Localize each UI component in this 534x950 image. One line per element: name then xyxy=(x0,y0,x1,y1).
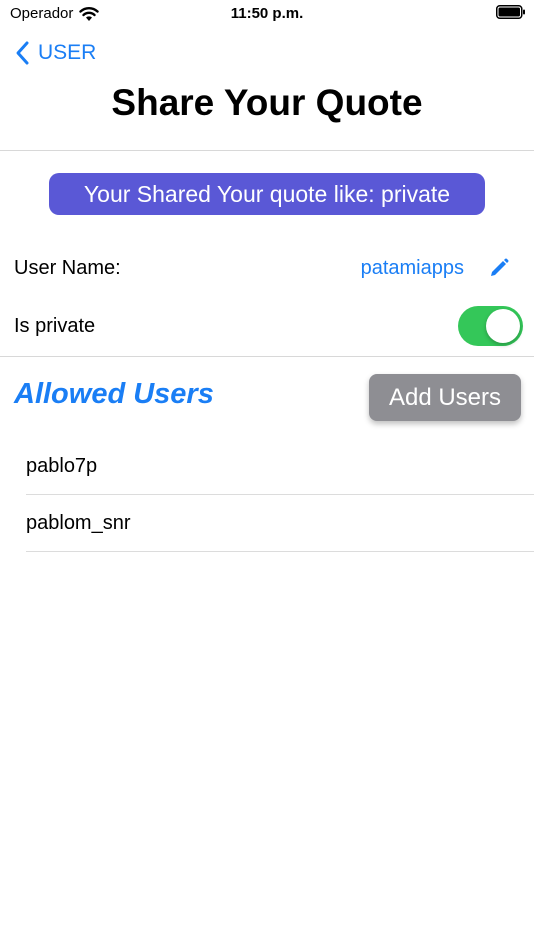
page-title: Share Your Quote xyxy=(111,82,423,123)
is-private-toggle[interactable] xyxy=(458,306,523,346)
navigation-bar: USER Share Your Quote xyxy=(0,30,534,151)
section-divider xyxy=(0,356,534,357)
add-users-button[interactable]: Add Users xyxy=(369,374,521,421)
battery-icon xyxy=(496,5,525,19)
back-button-label: USER xyxy=(38,41,97,64)
is-private-label: Is private xyxy=(14,314,96,337)
status-time: 11:50 p.m. xyxy=(230,5,304,22)
pencil-icon[interactable] xyxy=(488,257,510,279)
username-row: User Name: patamiapps xyxy=(0,248,534,288)
allowed-users-list: pablo7p pablom_snr xyxy=(26,438,534,552)
username-label: User Name: xyxy=(14,256,121,279)
back-button[interactable]: USER xyxy=(14,40,96,66)
list-item[interactable]: pablo7p xyxy=(26,438,534,495)
privacy-status-banner: Your Shared Your quote like: private xyxy=(49,173,485,215)
allowed-users-title: Allowed Users xyxy=(14,378,214,410)
status-bar: Operador 11:50 p.m. xyxy=(0,0,534,30)
username-value: patamiapps xyxy=(360,256,464,279)
list-item[interactable]: pablom_snr xyxy=(26,495,534,552)
is-private-row: Is private xyxy=(0,305,534,347)
chevron-left-icon xyxy=(16,41,29,65)
toggle-knob xyxy=(486,309,520,343)
